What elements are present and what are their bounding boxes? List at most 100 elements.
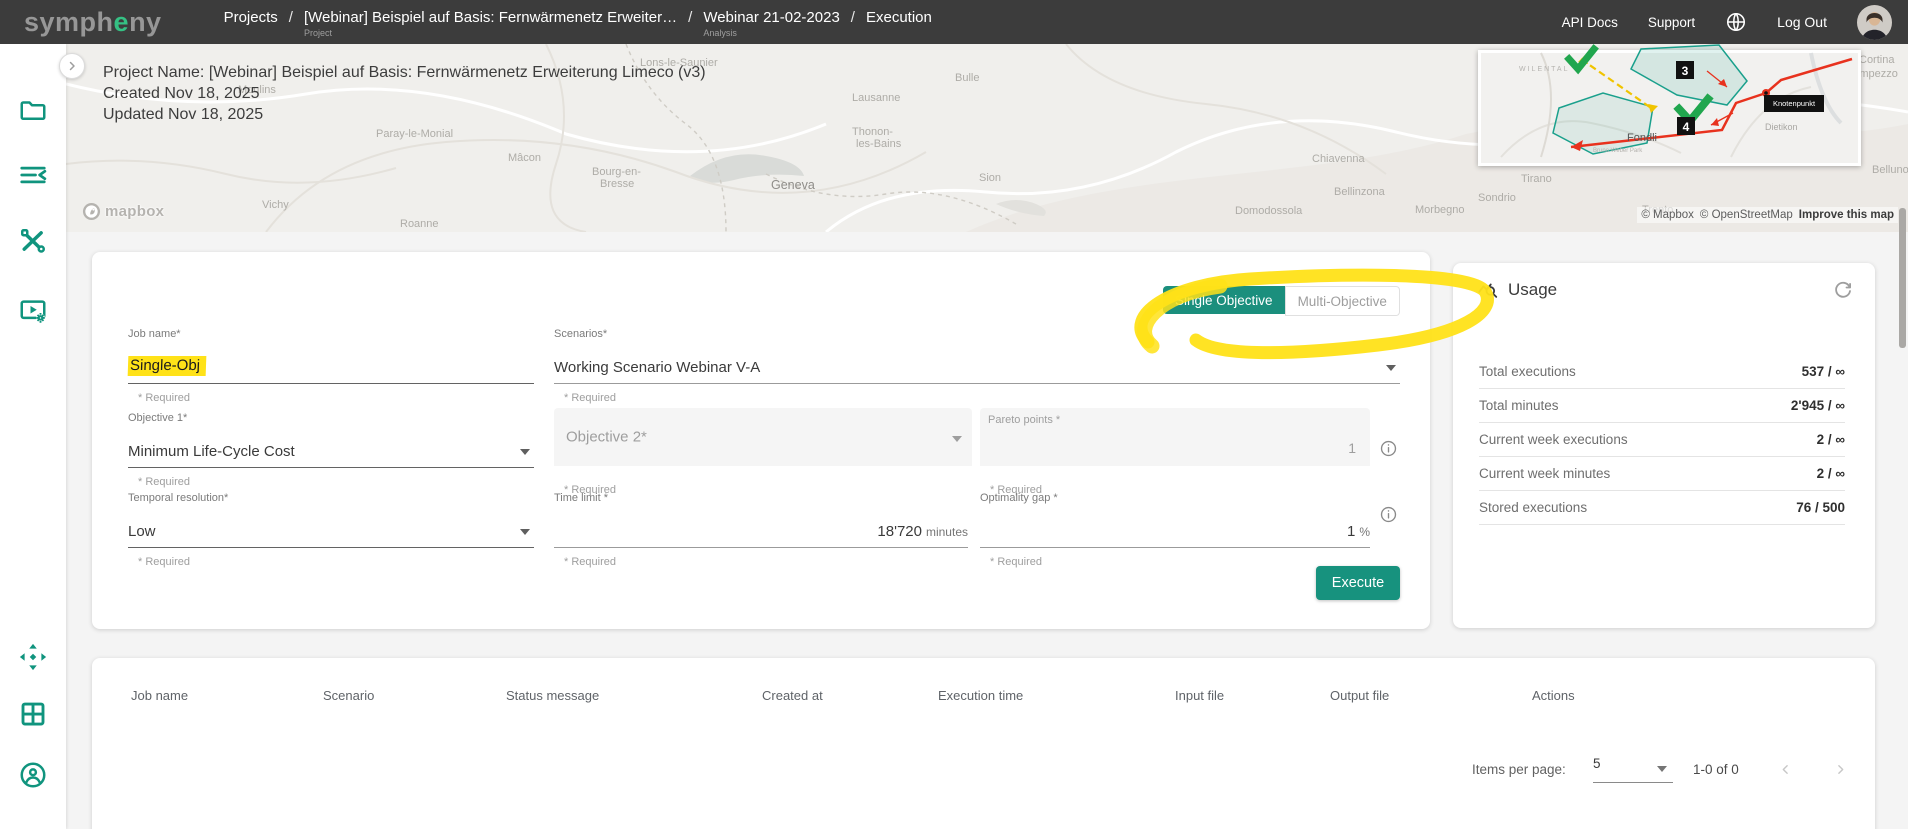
usage-metric-value: 2 / ∞ [1817, 466, 1845, 481]
execute-button[interactable]: Execute [1316, 566, 1400, 600]
project-updated-text: Updated Nov 18, 2025 [103, 104, 706, 125]
map-place-label: Lausanne [852, 92, 900, 104]
column-header: Output file [1330, 688, 1532, 703]
minimap-marker-3: 3 [1682, 64, 1689, 78]
optimality-gap-info-icon[interactable] [1380, 506, 1397, 523]
design-tools-icon[interactable] [18, 226, 48, 256]
temporal-resolution-value[interactable]: Low [128, 523, 156, 540]
improve-map-link[interactable]: Improve this map [1799, 209, 1894, 221]
user-avatar[interactable] [1857, 5, 1892, 40]
execution-run-icon[interactable] [18, 296, 48, 326]
project-info-overlay: Project Name: [Webinar] Beispiel auf Bas… [103, 62, 706, 125]
table-pagination: Items per page: 5 1-0 of 0 [92, 754, 1875, 798]
minimap-area-label: WILENTAL [1519, 66, 1570, 73]
scenario-list-icon[interactable] [18, 160, 48, 190]
chevron-down-icon[interactable] [1386, 365, 1396, 371]
map-place-label: Domodossola [1235, 205, 1302, 217]
required-hint: * Required [128, 556, 534, 568]
account-icon[interactable] [18, 760, 48, 790]
vertical-scrollbar-thumb[interactable] [1899, 208, 1906, 348]
breadcrumb-project-name[interactable]: [Webinar] Beispiel auf Basis: Fernwärmen… [304, 9, 677, 44]
breadcrumb-label[interactable]: Projects [224, 9, 278, 26]
map-place-label: Roanne [400, 218, 439, 230]
api-docs-link[interactable]: API Docs [1562, 15, 1618, 30]
network-minimap[interactable]: 3 4 Knotenpunkt WILENTAL Fondli Dietikon… [1478, 50, 1861, 166]
pareto-info-icon[interactable] [1380, 440, 1397, 457]
time-limit-value[interactable]: 18'720 [877, 523, 922, 540]
column-header: Input file [1175, 688, 1330, 703]
mapbox-logo-icon [82, 202, 101, 221]
scenarios-value[interactable]: Working Scenario Webinar V-A [554, 359, 760, 376]
app-root: sympheny Projects / [Webinar] Beispiel a… [0, 0, 1908, 829]
minimap-park-label: Bruno Weber Park [1593, 148, 1643, 154]
scenarios-select[interactable]: Scenarios* Working Scenario Webinar V-A … [554, 328, 1400, 404]
usage-metric-value: 537 / ∞ [1802, 364, 1845, 379]
project-map[interactable]: Moulins Paray-le-Monial Lons-le-Saunier … [66, 44, 1908, 232]
job-name-field[interactable]: Job name* Single-Obj * Required [128, 328, 534, 404]
project-name-text: Project Name: [Webinar] Beispiel auf Bas… [103, 62, 706, 83]
projects-folder-icon[interactable] [18, 95, 48, 125]
map-place-label: Mâcon [508, 152, 541, 164]
previous-page-button[interactable] [1772, 756, 1798, 782]
multi-objective-tab[interactable]: Multi-Objective [1285, 286, 1400, 316]
chevron-down-icon[interactable] [520, 529, 530, 535]
required-hint: * Required [554, 556, 968, 568]
map-place-label: Geneva [771, 178, 815, 192]
refresh-icon[interactable] [1833, 281, 1853, 301]
temporal-resolution-label: Temporal resolution* [128, 492, 534, 512]
usage-metric-value: 76 / 500 [1796, 500, 1845, 515]
map-place-label: Belluno [1872, 164, 1908, 176]
breadcrumb-analysis[interactable]: Webinar 21-02-2023 Analysis [703, 9, 839, 44]
objective1-value[interactable]: Minimum Life-Cycle Cost [128, 443, 295, 460]
usage-title: Usage [1508, 280, 1557, 300]
items-per-page-value[interactable]: 5 [1593, 756, 1601, 771]
logo-text-suffix: ny [129, 7, 162, 38]
optimality-gap-value[interactable]: 1 [1347, 523, 1355, 540]
map-place-label: Bourg-en- [592, 166, 641, 178]
objective1-select[interactable]: Objective 1* Minimum Life-Cycle Cost * R… [128, 412, 534, 488]
logo-accent-letter: e [114, 7, 130, 38]
single-objective-tab[interactable]: Single Objective [1163, 286, 1285, 314]
map-place-label: Vichy [262, 199, 289, 211]
usage-metric-label: Current week minutes [1479, 466, 1610, 481]
breadcrumb-projects[interactable]: Projects [224, 9, 278, 44]
items-per-page-select[interactable]: 5 [1593, 756, 1673, 783]
map-place-label: Cortina [1859, 54, 1894, 66]
breadcrumb-sublabel: Project [304, 28, 677, 39]
mapbox-logo[interactable]: mapbox [82, 202, 164, 221]
map-place-label: Thonon- [852, 126, 893, 138]
support-link[interactable]: Support [1648, 15, 1695, 30]
minimap-town2-label: Dietikon [1765, 122, 1798, 132]
move-network-icon[interactable] [18, 642, 48, 672]
time-limit-input[interactable]: Time limit * 18'720 minutes * Required [554, 492, 968, 568]
usage-chart-icon [1477, 279, 1499, 301]
top-navbar: sympheny Projects / [Webinar] Beispiel a… [0, 0, 1908, 44]
mapbox-attribution-link[interactable]: © Mapbox [1641, 209, 1694, 221]
next-page-button[interactable] [1827, 756, 1853, 782]
optimality-gap-input[interactable]: Optimality gap * 1 % * Required [980, 492, 1370, 568]
map-place-label: Bresse [600, 178, 634, 190]
usage-metric-value: 2'945 / ∞ [1791, 398, 1845, 413]
usage-row: Total executions 537 / ∞ [1479, 355, 1845, 389]
results-grid-icon[interactable] [18, 699, 48, 729]
usage-card: Usage Total executions 537 / ∞ Total min… [1453, 263, 1875, 628]
help-icon-partial[interactable] [18, 818, 48, 829]
sympheny-logo[interactable]: sympheny [24, 0, 162, 44]
language-globe-icon[interactable] [1725, 11, 1747, 33]
items-per-page-label: Items per page: [1472, 762, 1566, 777]
navbar-right: API Docs Support Log Out [1562, 0, 1892, 44]
logout-link[interactable]: Log Out [1777, 14, 1827, 30]
temporal-resolution-select[interactable]: Temporal resolution* Low * Required [128, 492, 534, 568]
required-hint: * Required [980, 556, 1370, 568]
breadcrumb-execution[interactable]: Execution [866, 9, 932, 44]
sidebar-expand-button[interactable] [59, 53, 85, 79]
breadcrumb-label[interactable]: [Webinar] Beispiel auf Basis: Fernwärmen… [304, 9, 677, 26]
job-name-value[interactable]: Single-Obj [128, 356, 207, 376]
breadcrumb-label[interactable]: Webinar 21-02-2023 [703, 9, 839, 26]
osm-attribution-link[interactable]: © OpenStreetMap [1700, 209, 1793, 221]
breadcrumb-label[interactable]: Execution [866, 9, 932, 26]
mapbox-wordmark: mapbox [105, 203, 164, 220]
chevron-down-icon[interactable] [520, 449, 530, 455]
left-sidebar [0, 44, 66, 829]
column-header: Job name [131, 688, 323, 703]
